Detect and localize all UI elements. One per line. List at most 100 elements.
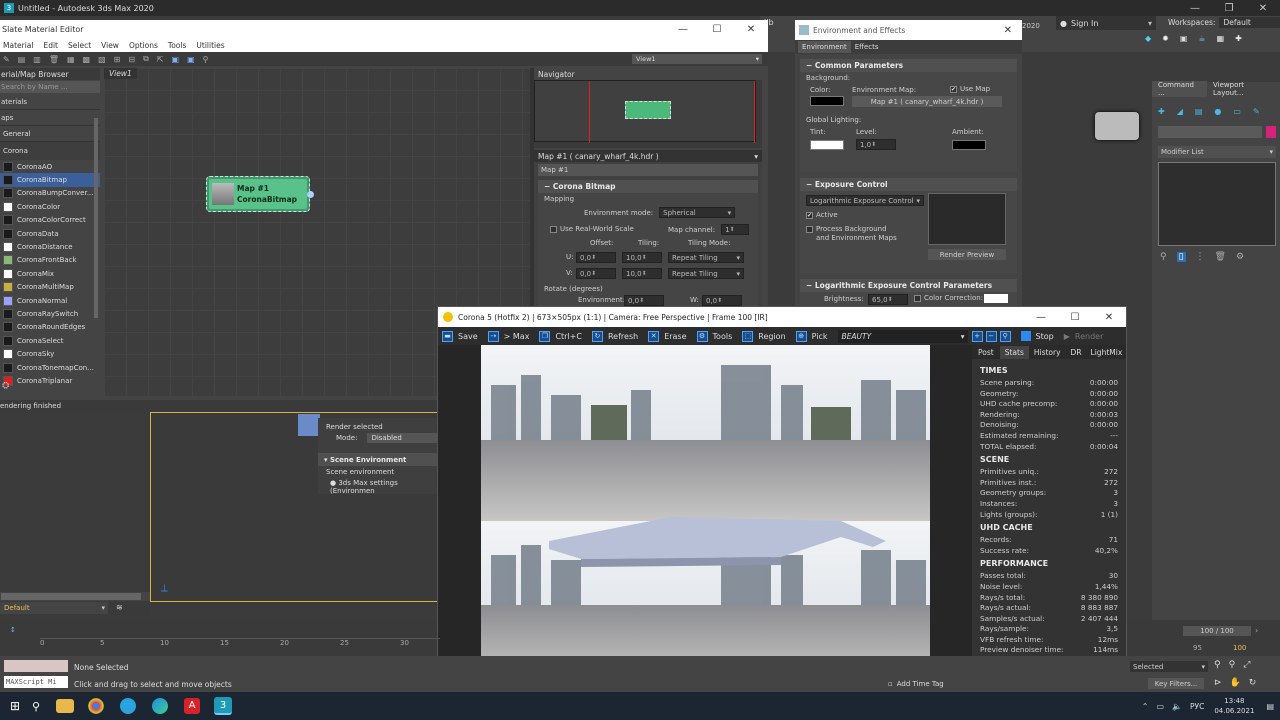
volume-icon[interactable]: 🔈: [1172, 702, 1182, 711]
brightness-spinner[interactable]: 65,0: [868, 294, 908, 305]
map-node[interactable]: Map #1 CoronaBitmap: [206, 176, 314, 212]
assign-material-icon[interactable]: ▥: [33, 55, 41, 64]
rot-w-spinner[interactable]: 0,0: [702, 295, 742, 306]
navigator-view[interactable]: [534, 80, 756, 143]
browser-item[interactable]: CoronaRoundEdges: [0, 321, 100, 334]
modify-icon[interactable]: ◢: [1177, 107, 1183, 116]
search-icon[interactable]: ⚲: [32, 700, 50, 713]
tools-button[interactable]: ⚙ Tools: [696, 330, 732, 342]
notifications-icon[interactable]: ▤: [1266, 702, 1274, 711]
menu-tools[interactable]: Tools: [168, 41, 186, 50]
modifier-list-dropdown[interactable]: Modifier List ▾: [1158, 146, 1276, 158]
next-frame-icon[interactable]: ›: [1255, 626, 1258, 635]
env-close-button[interactable]: ✕: [1004, 25, 1012, 36]
vfb-minimize-button[interactable]: —: [1024, 312, 1058, 323]
configure-icon[interactable]: ⚙: [1236, 252, 1244, 262]
menu-edit[interactable]: Edit: [43, 41, 58, 50]
rot-env-spinner[interactable]: 0,0: [624, 295, 664, 306]
telegram-icon[interactable]: [120, 698, 136, 714]
menu-utilities[interactable]: Utilities: [196, 41, 224, 50]
erase-button[interactable]: ✕ Erase: [648, 330, 687, 342]
timeline[interactable]: ↕ 0 5 10 15 20 25 30: [0, 620, 440, 656]
display-icon[interactable]: ▭: [1233, 107, 1241, 116]
render-button[interactable]: ▶ Render: [1064, 332, 1104, 341]
network-icon[interactable]: ▭: [1156, 702, 1164, 711]
workspaces-selector[interactable]: Workspaces: Default: [1168, 17, 1280, 28]
browser-item[interactable]: CoronaColor: [0, 200, 100, 213]
browser-item[interactable]: CoronaTonemapCon...: [0, 361, 100, 374]
key-filters-button[interactable]: Key Filters...: [1148, 678, 1204, 689]
slate-restore-button[interactable]: ☐: [700, 24, 734, 35]
utilities-icon[interactable]: ✎: [1253, 107, 1260, 116]
map-name-field[interactable]: Map #1: [538, 164, 758, 176]
group-general[interactable]: General: [0, 126, 100, 142]
slate-close-button[interactable]: ✕: [734, 24, 768, 35]
render-preview-button[interactable]: Render Preview: [928, 249, 1006, 260]
add-time-tag[interactable]: ▫ Add Time Tag: [888, 680, 944, 688]
env-mode-dropdown[interactable]: Spherical ▾: [659, 207, 736, 218]
to-max-button[interactable]: ⇢ > Max: [487, 330, 529, 342]
light-icon[interactable]: ◆: [1145, 34, 1151, 43]
exposure-type-dropdown[interactable]: Logarithmic Exposure Control ▾: [806, 195, 924, 206]
delete-icon[interactable]: 🗑: [49, 55, 59, 64]
pick-button[interactable]: ⊕ Pick: [795, 330, 828, 342]
browser-item[interactable]: CoronaFrontBack: [0, 254, 100, 267]
browser-item[interactable]: CoronaMix: [0, 267, 100, 280]
tab-lightmix[interactable]: LightMix: [1087, 346, 1127, 359]
maxscript-mini-input[interactable]: MAXScript Mi: [4, 676, 68, 688]
slate-minimize-button[interactable]: —: [666, 24, 700, 35]
restore-button[interactable]: ❐: [1212, 3, 1246, 14]
clock[interactable]: 13:48 04.06.2021: [1214, 696, 1254, 716]
select-icon[interactable]: ⇱: [157, 55, 164, 64]
ambient-color-swatch[interactable]: [952, 140, 986, 150]
sun-icon[interactable]: ✹: [1162, 34, 1169, 43]
fov-icon[interactable]: ⊳: [1214, 678, 1222, 688]
zoom-all-icon[interactable]: ⚲: [1229, 660, 1236, 670]
tab-environment[interactable]: Environment: [798, 41, 851, 53]
u-offset-spinner[interactable]: 0,0: [576, 252, 616, 263]
tab-effects[interactable]: Effects: [851, 41, 883, 53]
menu-select[interactable]: Select: [68, 41, 91, 50]
key-selection-dropdown[interactable]: Selected ▾: [1130, 661, 1208, 672]
vfb-maximize-button[interactable]: ☐: [1058, 312, 1092, 323]
vfb-close-button[interactable]: ✕: [1092, 312, 1126, 323]
viewcube[interactable]: [1095, 112, 1139, 140]
acrobat-icon[interactable]: A: [184, 698, 200, 714]
hierarchy-icon[interactable]: ▤: [1195, 107, 1203, 116]
browser-item[interactable]: CoronaSky: [0, 347, 100, 360]
browser-item[interactable]: CoronaAO: [0, 160, 100, 173]
u-tiling-mode-dropdown[interactable]: Repeat Tiling ▾: [668, 252, 744, 263]
background-color-swatch[interactable]: [810, 96, 844, 106]
browser-item[interactable]: CoronaColorCorrect: [0, 214, 100, 227]
layers-icon[interactable]: ≋: [116, 603, 123, 612]
browser-item[interactable]: CoronaMultiMap: [0, 281, 100, 294]
color-correction-swatch[interactable]: [984, 294, 1008, 303]
zoom-out-icon[interactable]: −: [985, 330, 997, 342]
keyboard-language[interactable]: РУС: [1190, 702, 1204, 711]
timeline-toggle-icon[interactable]: ↕: [10, 626, 16, 634]
layer-dropdown[interactable]: Default ▾: [0, 602, 108, 614]
minimize-button[interactable]: —: [1178, 3, 1212, 14]
browser-item[interactable]: CoronaDistance: [0, 240, 100, 253]
render-icon[interactable]: ☕: [1198, 34, 1205, 43]
material-id-icon[interactable]: ⧉: [143, 54, 149, 64]
modifier-stack[interactable]: [1158, 162, 1276, 246]
node-output-socket[interactable]: [307, 191, 314, 198]
edge-icon[interactable]: [152, 698, 168, 714]
remove-modifier-icon[interactable]: 🗑: [1215, 252, 1226, 262]
browser-item[interactable]: CoronaBumpConver...: [0, 187, 100, 200]
layout-children-icon[interactable]: ⊟: [128, 55, 135, 64]
tint-color-swatch[interactable]: [810, 140, 844, 150]
active-checkbox[interactable]: ✔: [806, 211, 813, 219]
render-element-dropdown[interactable]: BEAUTY ▾: [837, 329, 968, 343]
v-tiling-mode-dropdown[interactable]: Repeat Tiling ▾: [668, 268, 744, 279]
show-map-icon[interactable]: ▩: [83, 55, 91, 64]
color-correction-checkbox[interactable]: [914, 294, 921, 302]
close-button[interactable]: ✕: [1246, 3, 1280, 14]
tab-view1[interactable]: View1: [104, 68, 137, 79]
menu-options[interactable]: Options: [129, 41, 158, 50]
browser-item[interactable]: CoronaBitmap: [0, 173, 100, 187]
chrome-icon[interactable]: [88, 698, 104, 714]
browser-item[interactable]: CoronaRaySwitch: [0, 307, 100, 320]
layout-icon[interactable]: ⊞: [114, 55, 121, 64]
